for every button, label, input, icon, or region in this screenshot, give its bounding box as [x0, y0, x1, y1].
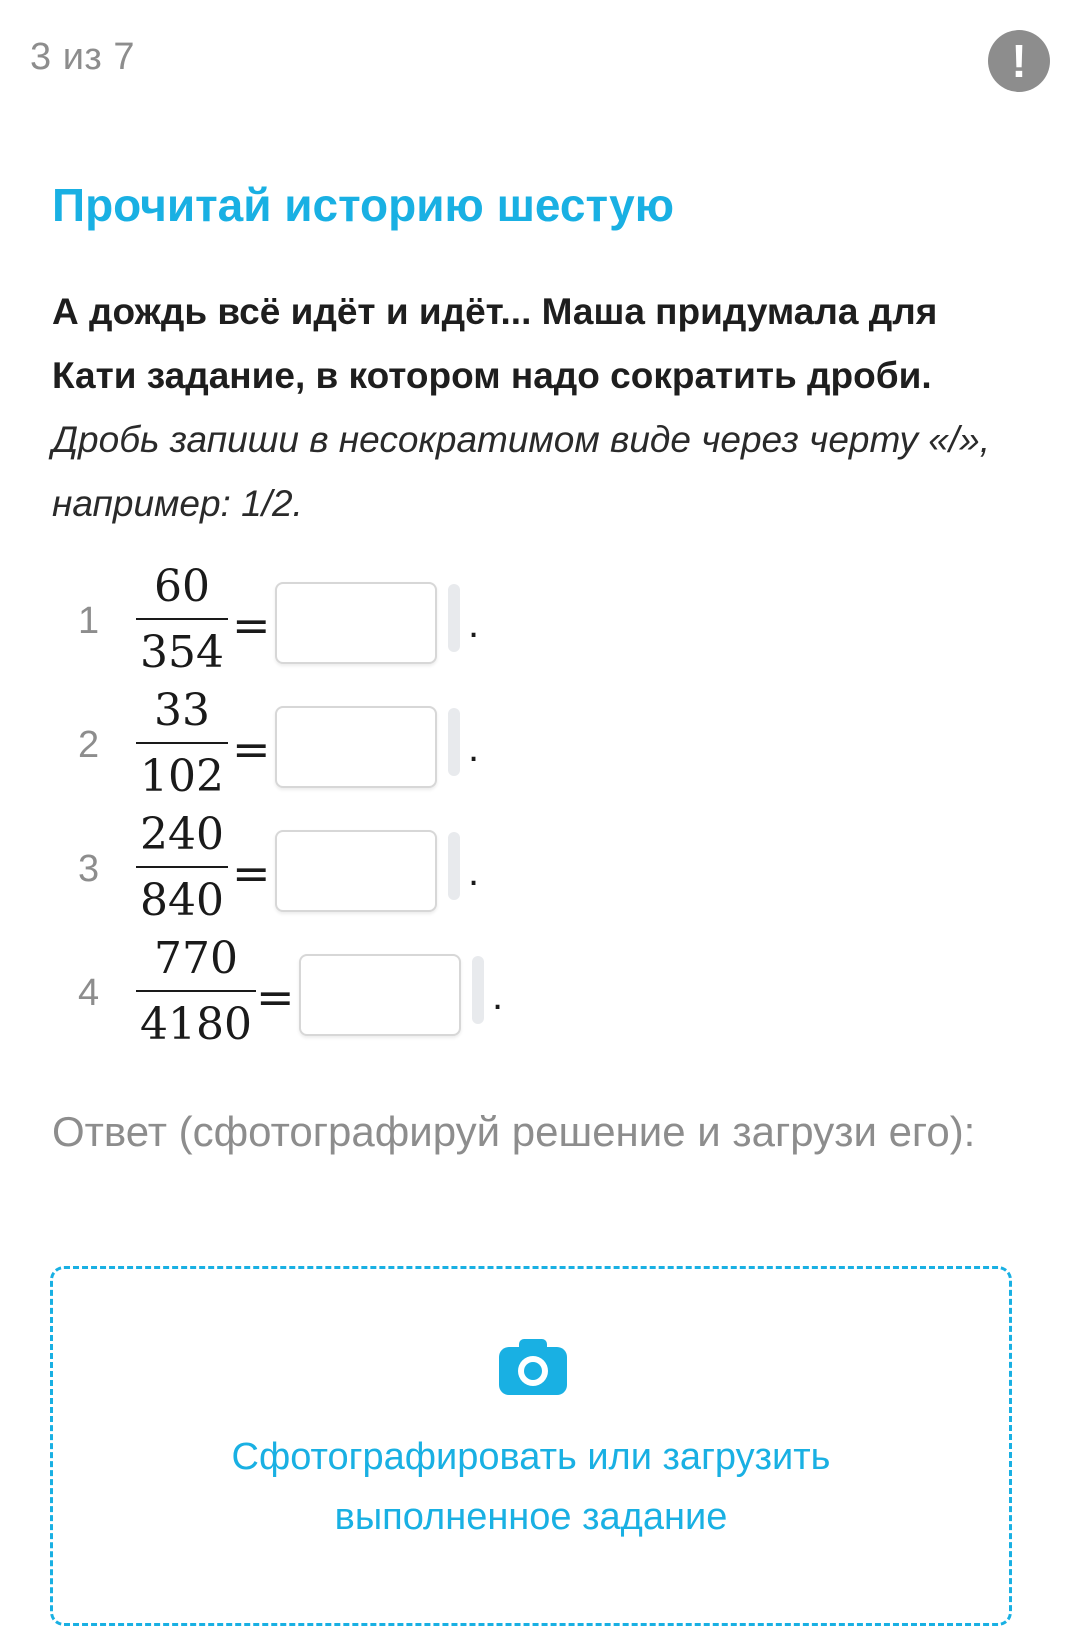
report-issue-icon[interactable]: !: [988, 30, 1050, 92]
fraction-denominator: 840: [140, 875, 224, 926]
fraction: 770 4180: [136, 932, 256, 1052]
input-marker: [448, 584, 460, 652]
upload-label-line1: Сфотографировать или загрузить: [231, 1436, 831, 1478]
fraction-numerator: 33: [153, 685, 210, 736]
answer-input-4[interactable]: [299, 954, 461, 1036]
answer-input-2[interactable]: [275, 706, 437, 788]
instruction-text: Дробь запиши в несократимом виде через ч…: [52, 419, 990, 524]
equals-sign: =: [256, 970, 295, 1024]
input-marker: [472, 956, 484, 1024]
upload-dropzone[interactable]: Сфотографировать или загрузить выполненн…: [50, 1266, 1012, 1626]
answer-input-1[interactable]: [275, 582, 437, 664]
fraction-bar: [136, 866, 228, 868]
problem-row: 4 770 4180 = .: [70, 932, 970, 1056]
task-title: Прочитай историю шестую: [52, 179, 675, 231]
fraction-denominator: 4180: [140, 999, 252, 1050]
period: .: [468, 602, 480, 646]
top-bar: 3 из 7 !: [30, 30, 1050, 92]
answer-input-3[interactable]: [275, 830, 437, 912]
fraction: 240 840: [136, 808, 228, 928]
problem-number: 4: [78, 972, 100, 1014]
problem-row: 1 60 354 = .: [70, 560, 970, 684]
problem-row: 2 33 102 = .: [70, 684, 970, 808]
fraction-denominator: 354: [140, 627, 224, 678]
fraction: 33 102: [136, 684, 228, 804]
period: .: [492, 974, 504, 1018]
upload-label-line2: выполненное задание: [334, 1496, 728, 1538]
progress-counter: 3 из 7: [30, 36, 136, 78]
fraction: 60 354: [136, 560, 228, 680]
input-marker: [448, 708, 460, 776]
equals-sign: =: [232, 846, 271, 900]
fraction-numerator: 240: [140, 809, 224, 860]
fraction-bar: [136, 618, 228, 620]
period: .: [468, 850, 480, 894]
equals-sign: =: [232, 598, 271, 652]
fraction-bar: [136, 990, 256, 992]
story-text: А дождь всё идёт и идёт... Маша придумал…: [52, 291, 938, 396]
problem-number: 3: [78, 848, 100, 890]
problem-list: 1 60 354 = . 2 33 102 = . 3 240 840 = . …: [70, 560, 970, 1056]
fraction-bar: [136, 742, 228, 744]
equals-sign: =: [232, 722, 271, 776]
input-marker: [448, 832, 460, 900]
problem-number: 2: [78, 724, 100, 766]
answer-label: Ответ (сфотографируй решение и загрузи е…: [52, 1108, 976, 1155]
period: .: [468, 726, 480, 770]
camera-icon: [499, 1339, 567, 1395]
fraction-denominator: 102: [140, 751, 224, 802]
fraction-numerator: 60: [153, 561, 210, 612]
fraction-numerator: 770: [154, 933, 238, 984]
problem-number: 1: [78, 600, 100, 642]
upload-label[interactable]: Сфотографировать или загрузить выполненн…: [53, 1427, 1009, 1547]
problem-row: 3 240 840 = .: [70, 808, 970, 932]
